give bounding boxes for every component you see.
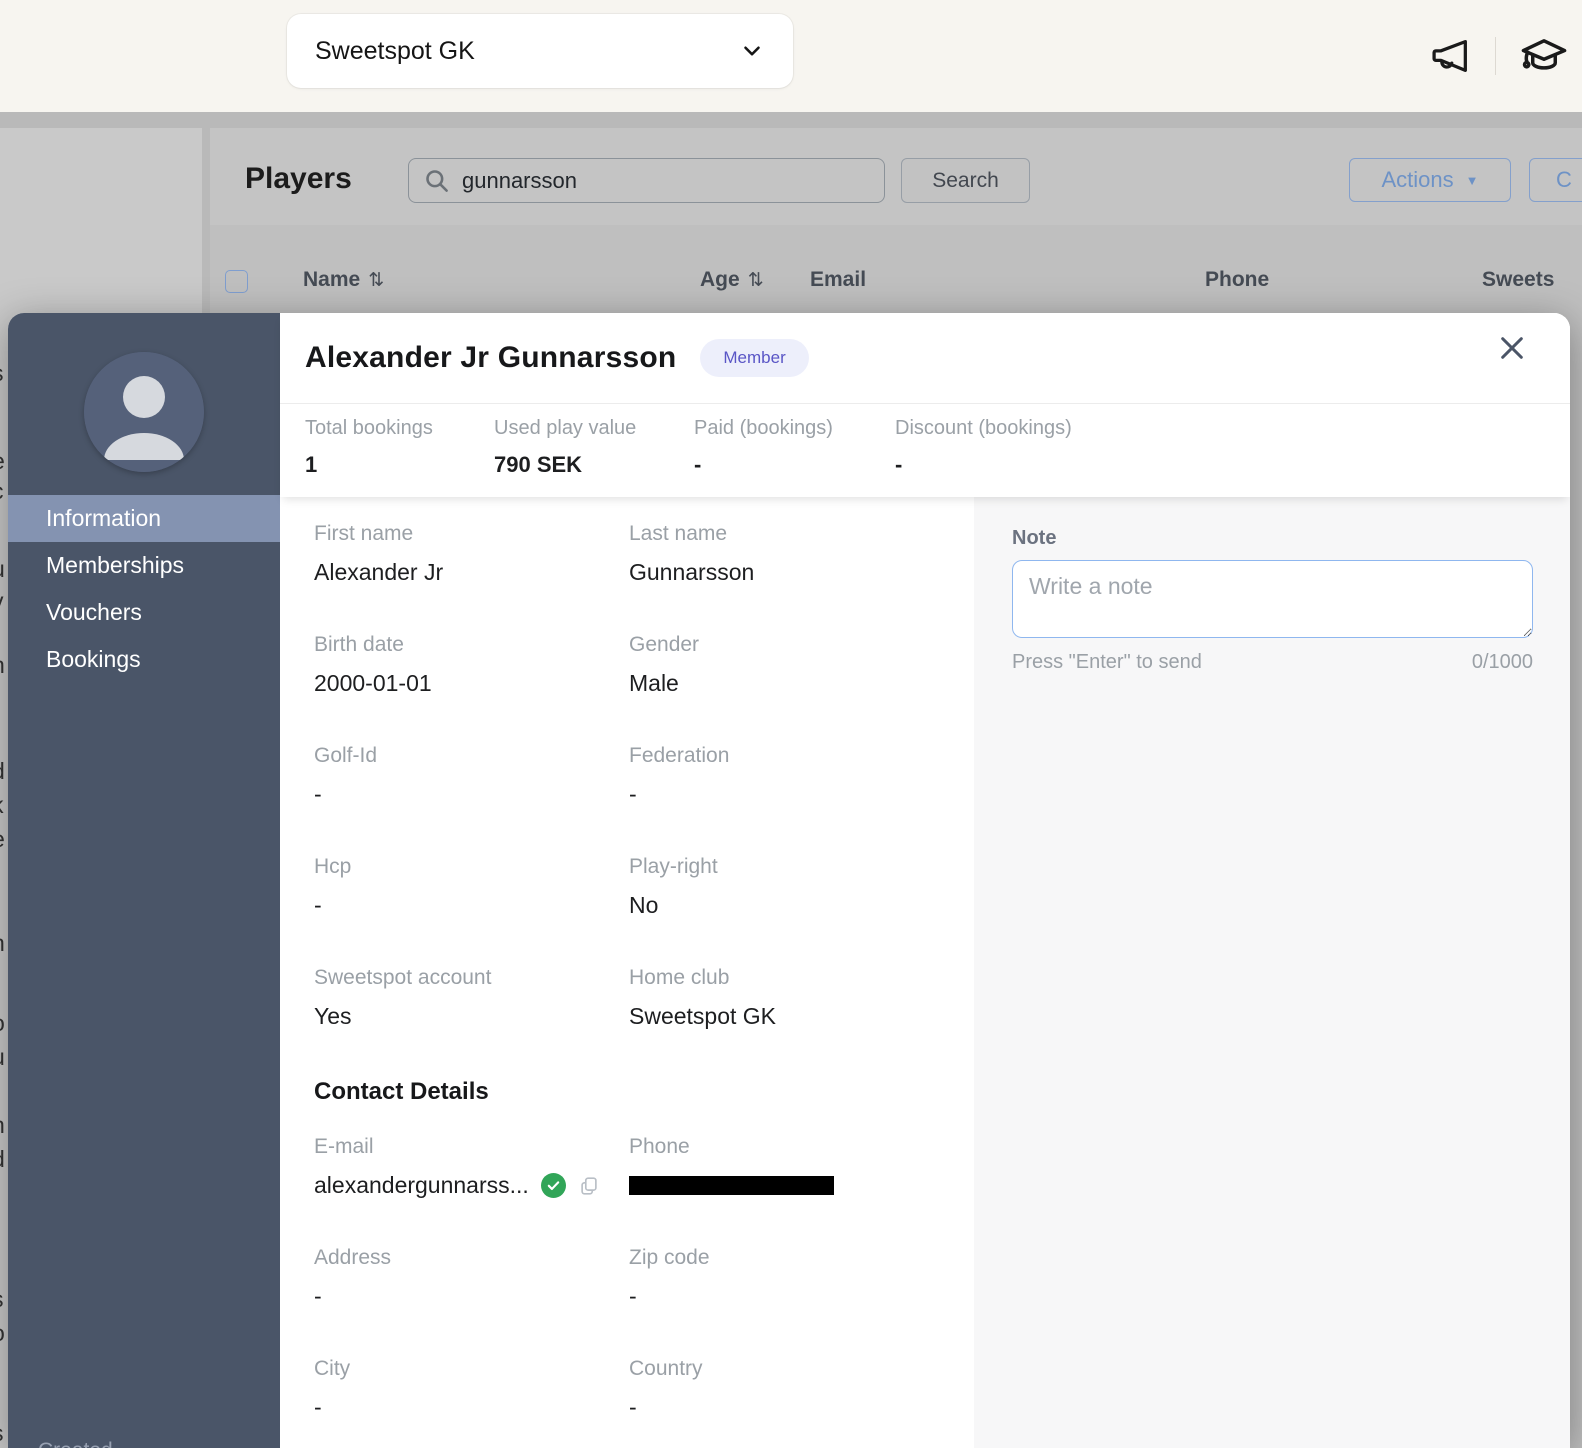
note-input[interactable] xyxy=(1012,560,1533,638)
field-golf-id: Golf-Id- xyxy=(314,744,629,855)
clipped-letter-fragment: e xyxy=(0,448,8,475)
column-header-age[interactable]: Age ⇅ xyxy=(700,268,764,292)
clipped-letter-fragment: k xyxy=(0,792,8,819)
search-button[interactable]: Search xyxy=(901,158,1030,203)
field-email: E-mail alexandergunnarss... xyxy=(314,1135,629,1246)
search-input[interactable] xyxy=(462,168,870,194)
clipped-letter-fragment: d xyxy=(0,758,8,785)
page-title: Players xyxy=(245,162,352,196)
copy-email-button[interactable] xyxy=(578,1175,600,1197)
field-play-right: Play-rightNo xyxy=(629,855,974,966)
clipped-letter-fragment: n xyxy=(0,1112,8,1139)
sort-icon: ⇅ xyxy=(368,269,384,292)
member-badge: Member xyxy=(700,339,808,377)
academy-button[interactable] xyxy=(1518,30,1570,82)
player-name-title: Alexander Jr Gunnarsson xyxy=(305,341,676,375)
field-birth-date: Birth date2000-01-01 xyxy=(314,633,629,744)
sort-icon: ⇅ xyxy=(748,269,764,292)
drawer-header: Alexander Jr Gunnarsson Member Total boo… xyxy=(280,313,1570,497)
field-phone: Phone xyxy=(629,1135,974,1246)
field-first-name: First nameAlexander Jr xyxy=(314,522,629,633)
actions-button[interactable]: Actions ▼ xyxy=(1349,158,1511,202)
create-button-clipped[interactable]: C xyxy=(1529,158,1582,202)
field-gender: GenderMale xyxy=(629,633,974,744)
clipped-letter-fragment: n xyxy=(0,930,8,957)
column-header-email[interactable]: Email xyxy=(810,268,866,292)
stat-used-play-value: Used play value790 SEK xyxy=(494,417,694,478)
column-header-phone[interactable]: Phone xyxy=(1205,268,1269,292)
clipped-letter-fragment: u xyxy=(0,1044,8,1071)
field-home-club: Home clubSweetspot GK xyxy=(629,966,974,1077)
copy-icon xyxy=(578,1175,600,1197)
club-selector-dropdown[interactable]: Sweetspot GK xyxy=(287,14,793,88)
info-fields-grid: First nameAlexander JrLast nameGunnarsso… xyxy=(314,522,974,1077)
chevron-down-icon xyxy=(739,38,765,64)
email-value: alexandergunnarss... xyxy=(314,1172,529,1199)
note-char-counter: 0/1000 xyxy=(1472,651,1533,674)
sidebar-item-information[interactable]: Information xyxy=(8,495,280,542)
information-form: First nameAlexander JrLast nameGunnarsso… xyxy=(280,497,974,1448)
field-federation: Federation- xyxy=(629,744,974,855)
drawer-sidebar-menu: InformationMembershipsVouchersBookings xyxy=(8,495,280,683)
note-hint: Press "Enter" to send xyxy=(1012,651,1202,674)
club-selector-value: Sweetspot GK xyxy=(315,37,475,66)
field-sweetspot-account: Sweetspot accountYes xyxy=(314,966,629,1077)
caret-down-icon: ▼ xyxy=(1466,173,1479,188)
drawer-main: Alexander Jr Gunnarsson Member Total boo… xyxy=(280,313,1570,1448)
megaphone-icon xyxy=(1427,33,1473,79)
graduation-cap-icon xyxy=(1518,30,1570,82)
close-icon xyxy=(1496,332,1532,364)
topbar: Sweetspot GK xyxy=(0,0,1582,112)
select-all-checkbox[interactable] xyxy=(225,270,248,293)
clipped-letter-fragment: n xyxy=(0,652,8,679)
drawer-sidebar: InformationMembershipsVouchersBookings C… xyxy=(8,313,280,1448)
search-icon xyxy=(423,167,450,194)
topbar-divider xyxy=(1495,37,1496,75)
contact-fields-grid: E-mail alexandergunnarss... xyxy=(314,1135,974,1246)
field-hcp: Hcp- xyxy=(314,855,629,966)
app-screen: secuvrnldkenoundsors Sweetspot GK xyxy=(0,0,1582,1448)
clipped-letter-fragment: s xyxy=(0,360,8,387)
column-header-sweetspot-clipped[interactable]: Sweets xyxy=(1482,268,1554,292)
clipped-letter-fragment: d xyxy=(0,1146,8,1173)
clipped-letter-fragment: r xyxy=(0,1354,8,1381)
avatar xyxy=(84,352,204,472)
stats-row: Total bookings1Used play value790 SEKPai… xyxy=(305,417,1072,478)
stat-paid-bookings-: Paid (bookings)- xyxy=(694,417,895,478)
column-header-name[interactable]: Name ⇅ xyxy=(303,268,384,292)
field-address: Address- xyxy=(314,1246,629,1357)
field-last-name: Last nameGunnarsson xyxy=(629,522,974,633)
contact-details-heading: Contact Details xyxy=(314,1078,974,1106)
sidebar-item-bookings[interactable]: Bookings xyxy=(8,636,280,683)
clipped-letter-fragment: s xyxy=(0,1286,8,1313)
created-label-clipped: Created xyxy=(38,1439,113,1448)
clipped-letter-fragment: o xyxy=(0,1010,8,1037)
note-panel: Note Press "Enter" to send 0/1000 xyxy=(974,497,1570,1448)
stat-discount-bookings-: Discount (bookings)- xyxy=(895,417,1072,478)
player-search-box[interactable] xyxy=(408,158,885,203)
header-divider xyxy=(280,403,1570,404)
check-circle-icon xyxy=(541,1173,566,1198)
clipped-letter-fragment: o xyxy=(0,1320,8,1347)
clipped-letter-fragment: v xyxy=(0,588,8,615)
note-label: Note xyxy=(1012,527,1533,550)
sidebar-item-vouchers[interactable]: Vouchers xyxy=(8,589,280,636)
clipped-letter-fragment: s xyxy=(0,1420,8,1447)
address-fields-grid: Address-Zip code-City-Country- xyxy=(314,1246,974,1448)
clipped-letter-fragment: r xyxy=(0,620,8,647)
close-button[interactable] xyxy=(1496,330,1532,366)
field-country: Country- xyxy=(629,1357,974,1448)
stat-total-bookings: Total bookings1 xyxy=(305,417,494,478)
clipped-letter-fragment: u xyxy=(0,556,8,583)
phone-value-redacted xyxy=(629,1176,834,1195)
sidebar-item-memberships[interactable]: Memberships xyxy=(8,542,280,589)
clipped-letter-fragment: l xyxy=(0,688,8,715)
field-city: City- xyxy=(314,1357,629,1448)
announcements-button[interactable] xyxy=(1427,33,1473,79)
field-zip-code: Zip code- xyxy=(629,1246,974,1357)
player-detail-drawer: InformationMembershipsVouchersBookings C… xyxy=(8,313,1570,1448)
clipped-letter-fragment: e xyxy=(0,826,8,853)
clipped-letter-fragment: c xyxy=(0,478,8,505)
